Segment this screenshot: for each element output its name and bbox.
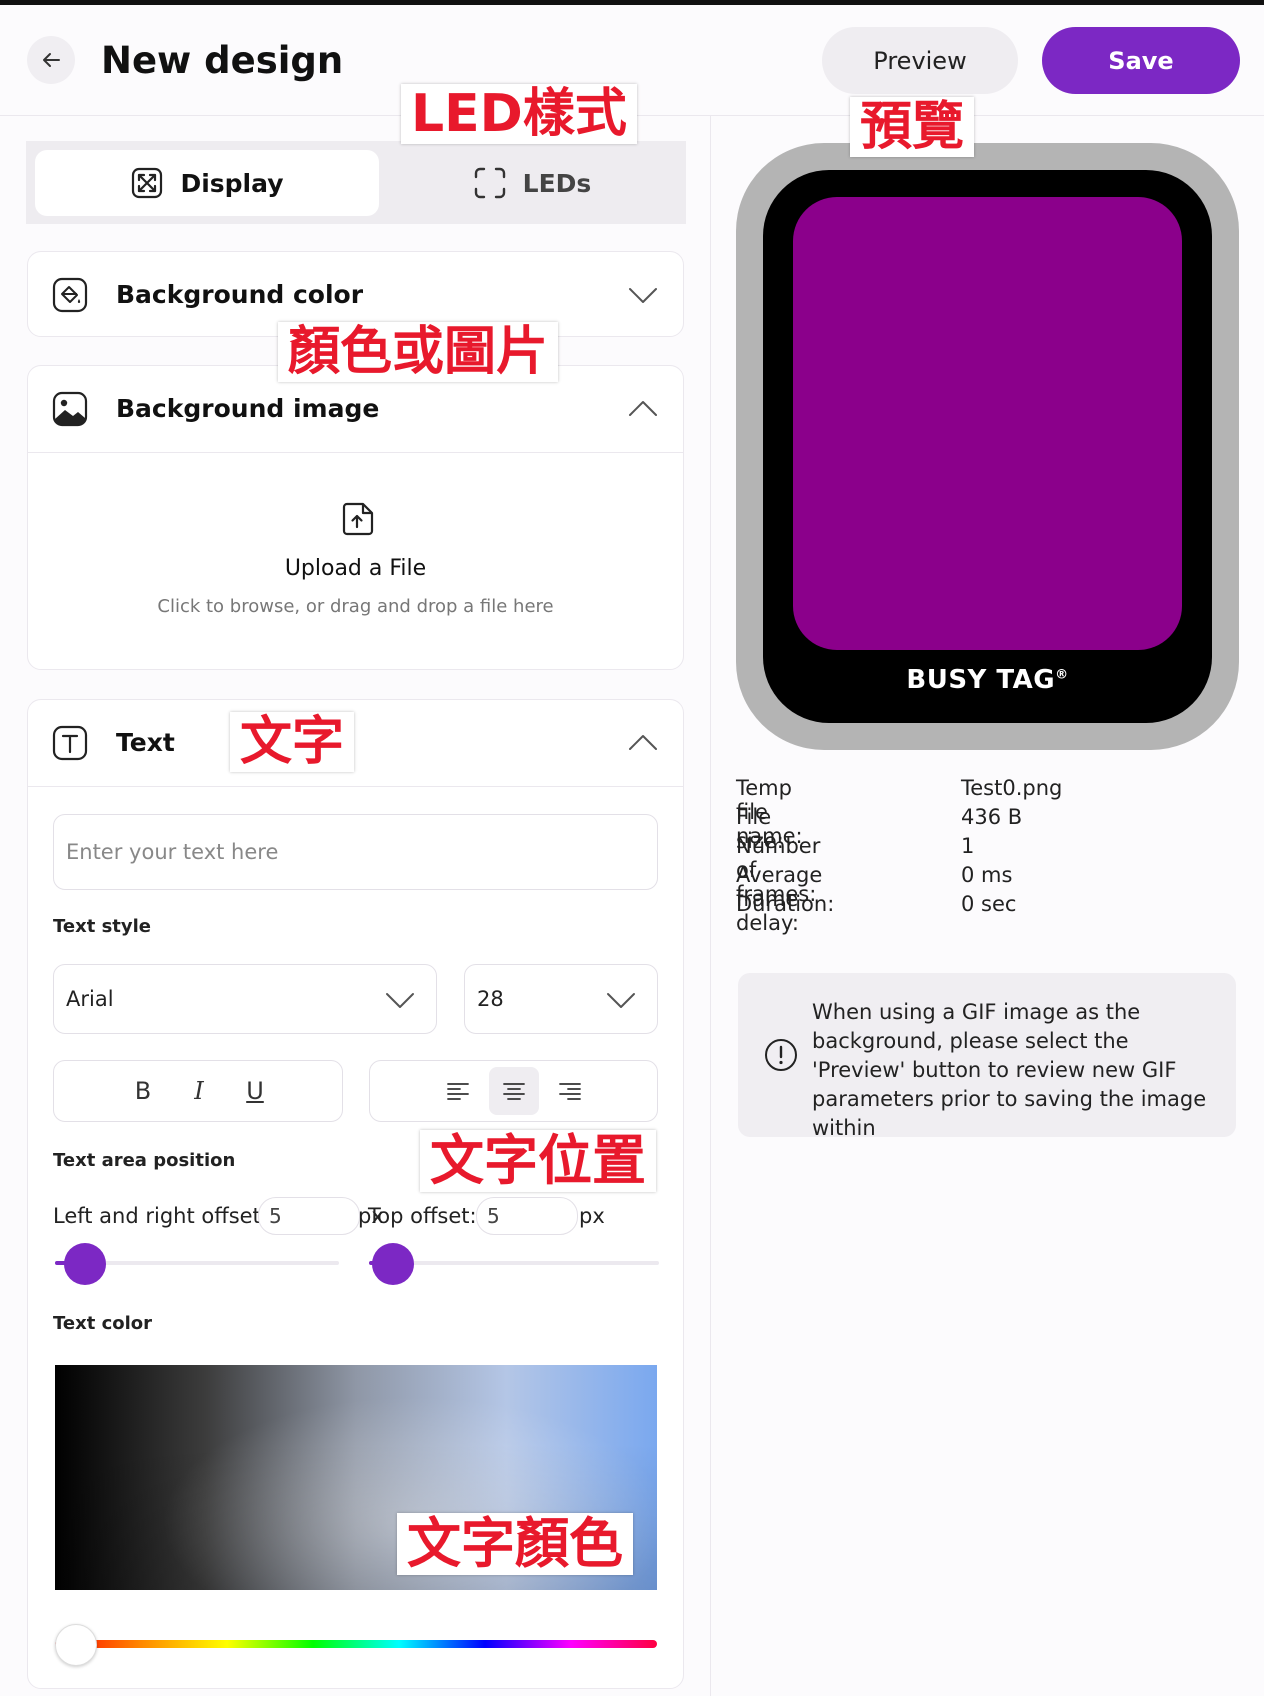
info-value: 1 xyxy=(961,834,975,858)
text-icon xyxy=(52,725,88,761)
annotation-preview: 預覽 xyxy=(850,97,975,157)
device-bezel: BUSY TAG® xyxy=(763,170,1212,723)
device-preview-frame: BUSY TAG® xyxy=(736,143,1239,750)
info-value: 0 sec xyxy=(961,892,1017,916)
hue-slider-thumb[interactable] xyxy=(55,1624,97,1666)
text-section-header[interactable]: Text xyxy=(28,700,683,786)
back-button[interactable] xyxy=(27,36,75,84)
image-icon xyxy=(52,391,88,427)
chevron-down-icon xyxy=(607,993,635,1008)
text-color-label: Text color xyxy=(53,1313,153,1334)
file-upload-icon xyxy=(342,502,374,536)
lr-offset-input[interactable] xyxy=(258,1197,360,1235)
top-offset-label: Top offset: xyxy=(368,1204,477,1228)
mode-tabs: Display LEDs xyxy=(26,141,686,224)
paint-bucket-icon xyxy=(52,277,88,313)
align-center-icon xyxy=(503,1083,525,1100)
lr-offset-label: Left and right offset: xyxy=(53,1204,268,1228)
font-family-value: Arial xyxy=(66,987,114,1011)
align-right-icon xyxy=(559,1083,581,1100)
text-input[interactable] xyxy=(53,814,658,890)
italic-button[interactable]: I xyxy=(174,1067,224,1115)
chevron-up-icon xyxy=(629,735,657,750)
info-value: Test0.png xyxy=(961,776,1063,800)
annotation-text-color: 文字顏色 xyxy=(397,1513,633,1575)
info-value: 0 ms xyxy=(961,863,1013,887)
text-section-label: Text xyxy=(116,728,175,757)
card-divider xyxy=(28,786,683,787)
save-button[interactable]: Save xyxy=(1042,27,1240,94)
hue-slider[interactable] xyxy=(55,1640,657,1648)
top-offset-input[interactable] xyxy=(476,1197,578,1235)
tab-display[interactable]: Display xyxy=(35,150,379,216)
background-color-label: Background color xyxy=(116,280,364,309)
leds-icon xyxy=(474,167,505,199)
text-format-group: B I U xyxy=(53,1060,343,1122)
gif-notice: When using a GIF image as the background… xyxy=(738,973,1236,1140)
background-image-label: Background image xyxy=(116,394,380,423)
top-offset-unit: px xyxy=(579,1204,605,1228)
align-center-button[interactable] xyxy=(489,1067,539,1115)
gif-notice-text: When using a GIF image as the background… xyxy=(812,1000,1207,1140)
page-title: New design xyxy=(101,39,344,82)
device-brand-text: BUSY TAG xyxy=(906,665,1056,695)
lr-offset-slider-thumb[interactable] xyxy=(64,1243,106,1285)
annotation-led-style: LED樣式 xyxy=(401,84,637,144)
underline-button[interactable]: U xyxy=(230,1067,280,1115)
annotation-text: 文字 xyxy=(230,712,355,772)
top-offset-slider-thumb[interactable] xyxy=(372,1243,414,1285)
font-size-select[interactable]: 28 xyxy=(464,964,658,1034)
chevron-down-icon xyxy=(629,288,657,303)
chevron-up-icon xyxy=(629,401,657,416)
info-value: 436 B xyxy=(961,805,1023,829)
align-right-button[interactable] xyxy=(545,1067,595,1115)
preview-button[interactable]: Preview xyxy=(822,27,1018,94)
bold-button[interactable]: B xyxy=(118,1067,168,1115)
align-left-icon xyxy=(447,1083,469,1100)
font-family-select[interactable]: Arial xyxy=(53,964,437,1034)
background-image-card: Background image Upload a File Click to … xyxy=(27,365,684,670)
info-alert-icon xyxy=(765,1039,797,1071)
annotation-color-or-image: 顏色或圖片 xyxy=(278,322,559,382)
text-align-group xyxy=(369,1060,658,1122)
registered-mark: ® xyxy=(1055,667,1069,683)
font-size-value: 28 xyxy=(477,987,504,1011)
device-brand-logo: BUSY TAG® xyxy=(763,665,1212,695)
info-key: Duration: xyxy=(736,892,835,916)
tab-display-label: Display xyxy=(180,168,284,198)
tab-leds-label: LEDs xyxy=(522,168,592,198)
device-screen xyxy=(793,197,1182,650)
upload-subtitle: Click to browse, or drag and drop a file… xyxy=(157,596,554,617)
panel-divider xyxy=(710,116,711,1696)
chevron-down-icon xyxy=(386,993,414,1008)
upload-title: Upload a File xyxy=(284,556,427,581)
align-left-button[interactable] xyxy=(433,1067,483,1115)
tab-leds[interactable]: LEDs xyxy=(386,150,678,216)
annotation-text-position: 文字位置 xyxy=(420,1130,656,1192)
arrow-left-icon xyxy=(43,53,60,67)
text-style-label: Text style xyxy=(53,916,152,937)
text-area-position-label: Text area position xyxy=(53,1150,236,1171)
display-icon xyxy=(132,167,163,199)
